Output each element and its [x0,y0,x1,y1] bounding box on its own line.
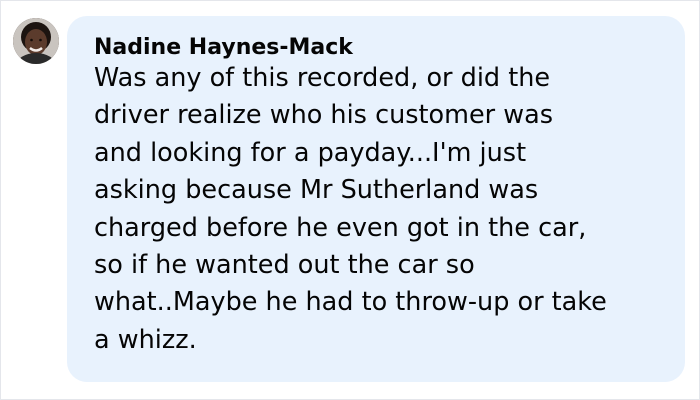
comment-text-line: Was any of this recorded, or did the [94,63,551,93]
comment-author-name[interactable]: Nadine Haynes-Mack [94,34,661,62]
comment-text-line: charged before he even got in the car, [94,212,587,243]
profile-photo-icon [13,18,59,64]
comment-bubble: Nadine Haynes-Mack Was any of this recor… [67,16,685,382]
comment-text-line: so if he wanted out the car so [94,250,475,281]
comment-text: Was any of this recorded, or did the dri… [94,60,661,359]
comment-text-line: driver realize who his customer was [94,100,554,131]
avatar[interactable] [13,18,59,64]
comment-text-line: a whizz. [94,324,197,355]
comment-text-line: and looking for a payday...I'm just [94,137,527,168]
comment-card: Nadine Haynes-Mack Was any of this recor… [0,0,700,400]
comment-text-line: what..Maybe he had to throw-up or take [94,287,607,318]
comment-text-line: asking because Mr Sutherland was [94,175,539,206]
